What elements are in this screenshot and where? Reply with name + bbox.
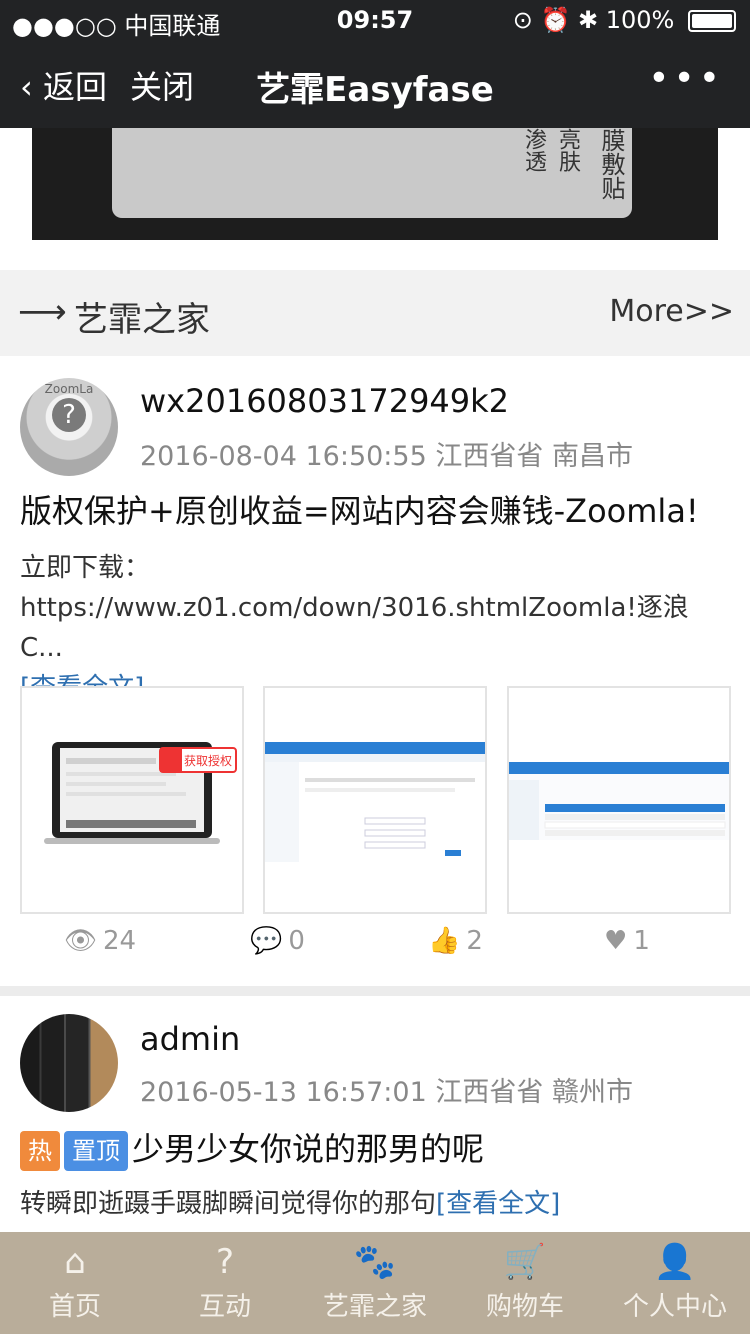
tab-label: 个人中心: [622, 1292, 727, 1322]
post-title[interactable]: 版权保护+原创收益=网站内容会赚钱-Zoomla!: [20, 486, 699, 532]
alarm-icon: ⏰: [540, 6, 571, 34]
read-more-link[interactable]: [查看全文]: [436, 1189, 560, 1219]
banner-image[interactable]: 渗透 亮肤 膜敷贴: [32, 128, 718, 240]
avatar[interactable]: ZoomLa ?: [20, 378, 118, 476]
license-badge-text: 获取授权: [184, 753, 232, 768]
post-meta: 2016-08-04 16:50:55 江西省省 南昌市: [140, 434, 633, 473]
favorites-value: 1: [633, 926, 650, 956]
excerpt-text: 转瞬即逝蹑手蹑脚瞬间觉得你的那句: [20, 1189, 437, 1219]
views-value: 24: [103, 926, 137, 956]
favorite-button[interactable]: ♥ 1: [604, 926, 650, 956]
section-header: ⟶ 艺霏之家 More>>: [0, 270, 750, 356]
avatar-watermark: ZoomLa: [44, 382, 94, 396]
post-card: admin 2016-05-13 16:57:01 江西省省 赣州市 热置顶 少男…: [0, 996, 750, 1232]
post-title-row[interactable]: 热置顶 少男少女你说的那男的呢: [20, 1124, 484, 1171]
username[interactable]: admin: [140, 1020, 240, 1058]
status-bar: ●●●○○ 中国联通 09:57 ⊙ ⏰ ✱ 100%: [0, 0, 750, 40]
post-image-3[interactable]: [507, 686, 731, 914]
tab-community[interactable]: 🐾 艺霏之家: [300, 1232, 450, 1334]
tab-label: 购物车: [485, 1292, 564, 1322]
tab-label: 互动: [198, 1292, 251, 1322]
question-icon: ?: [215, 1242, 235, 1282]
tab-label: 首页: [48, 1292, 101, 1322]
like-button[interactable]: 👍 2: [428, 926, 483, 956]
tab-label: 艺霏之家: [322, 1292, 427, 1322]
home-icon: ⌂: [64, 1242, 86, 1282]
banner-text-1: 渗透: [521, 128, 546, 172]
views-count: 👁 24: [64, 926, 136, 956]
post-card: ZoomLa ? wx20160803172949k2 2016-08-04 1…: [0, 356, 750, 986]
nav-bar: ‹ 返回 关闭 艺霏Easyfase •••: [0, 40, 750, 128]
admin-panel-screenshot-image: [265, 742, 485, 862]
post-image-2[interactable]: [263, 686, 487, 914]
status-right: ⊙ ⏰ ✱ 100%: [513, 6, 736, 34]
tab-interact[interactable]: ? 互动: [150, 1232, 300, 1334]
more-link[interactable]: More>>: [609, 294, 734, 329]
post-title: 少男少女你说的那男的呢: [132, 1130, 485, 1168]
hot-badge: 热: [20, 1131, 60, 1171]
post-location: 江西省省 南昌市: [435, 441, 633, 472]
tab-home[interactable]: ⌂ 首页: [0, 1232, 150, 1334]
arrow-right-icon: ⟶: [18, 292, 67, 332]
excerpt-line-1: 立即下载：: [20, 553, 151, 583]
excerpt-line-2: https://www.z01.com/down/3016.shtmlZooml…: [20, 593, 689, 663]
username[interactable]: wx20160803172949k2: [140, 382, 509, 420]
tab-profile[interactable]: 👤 个人中心: [600, 1232, 750, 1334]
battery-icon: [688, 10, 736, 32]
post-image-1[interactable]: 获取授权: [20, 686, 244, 914]
thumbs-up-icon: 👍: [428, 926, 461, 956]
table-screenshot-image: [509, 762, 729, 840]
eye-icon: 👁: [64, 926, 98, 956]
tab-cart[interactable]: 🛒 购物车: [450, 1232, 600, 1334]
banner-text-3: 膜敷贴: [597, 128, 625, 200]
comment-icon: 💬: [250, 926, 283, 956]
paw-icon: 🐾: [353, 1242, 397, 1282]
comments-value: 0: [288, 926, 305, 956]
post-excerpt: 转瞬即逝蹑手蹑脚瞬间觉得你的那句[查看全文]: [20, 1184, 730, 1224]
user-icon: 👤: [653, 1242, 697, 1282]
heart-icon: ♥: [604, 926, 628, 956]
post-excerpt: 立即下载： https://www.z01.com/down/3016.shtm…: [20, 548, 730, 708]
post-datetime: 2016-08-04 16:50:55: [140, 441, 427, 472]
lock-rotation-icon: ⊙: [512, 6, 533, 34]
battery-percent: 100%: [605, 6, 675, 34]
post-datetime: 2016-05-13 16:57:01: [140, 1077, 427, 1108]
avatar[interactable]: [20, 1014, 118, 1112]
question-mark-icon: ?: [52, 398, 86, 432]
more-menu-button[interactable]: •••: [648, 58, 724, 99]
comments-button[interactable]: 💬 0: [250, 926, 305, 956]
post-location: 江西省省 赣州市: [435, 1077, 633, 1108]
section-title: 艺霏之家: [74, 300, 210, 340]
post-meta: 2016-05-13 16:57:01 江西省省 赣州市: [140, 1070, 633, 1109]
pinned-badge: 置顶: [64, 1131, 128, 1171]
banner-text-2: 亮肤: [555, 128, 580, 172]
page-title: 艺霏Easyfase: [256, 70, 494, 110]
post-divider: [0, 986, 750, 996]
bottom-tab-bar: ⌂ 首页 ? 互动 🐾 艺霏之家 🛒 购物车 👤 个人中心: [0, 1232, 750, 1334]
likes-value: 2: [466, 926, 483, 956]
laptop-screenshot-image: 获取授权: [44, 742, 237, 844]
bluetooth-icon: ✱: [577, 6, 599, 34]
cart-icon: 🛒: [503, 1242, 547, 1282]
